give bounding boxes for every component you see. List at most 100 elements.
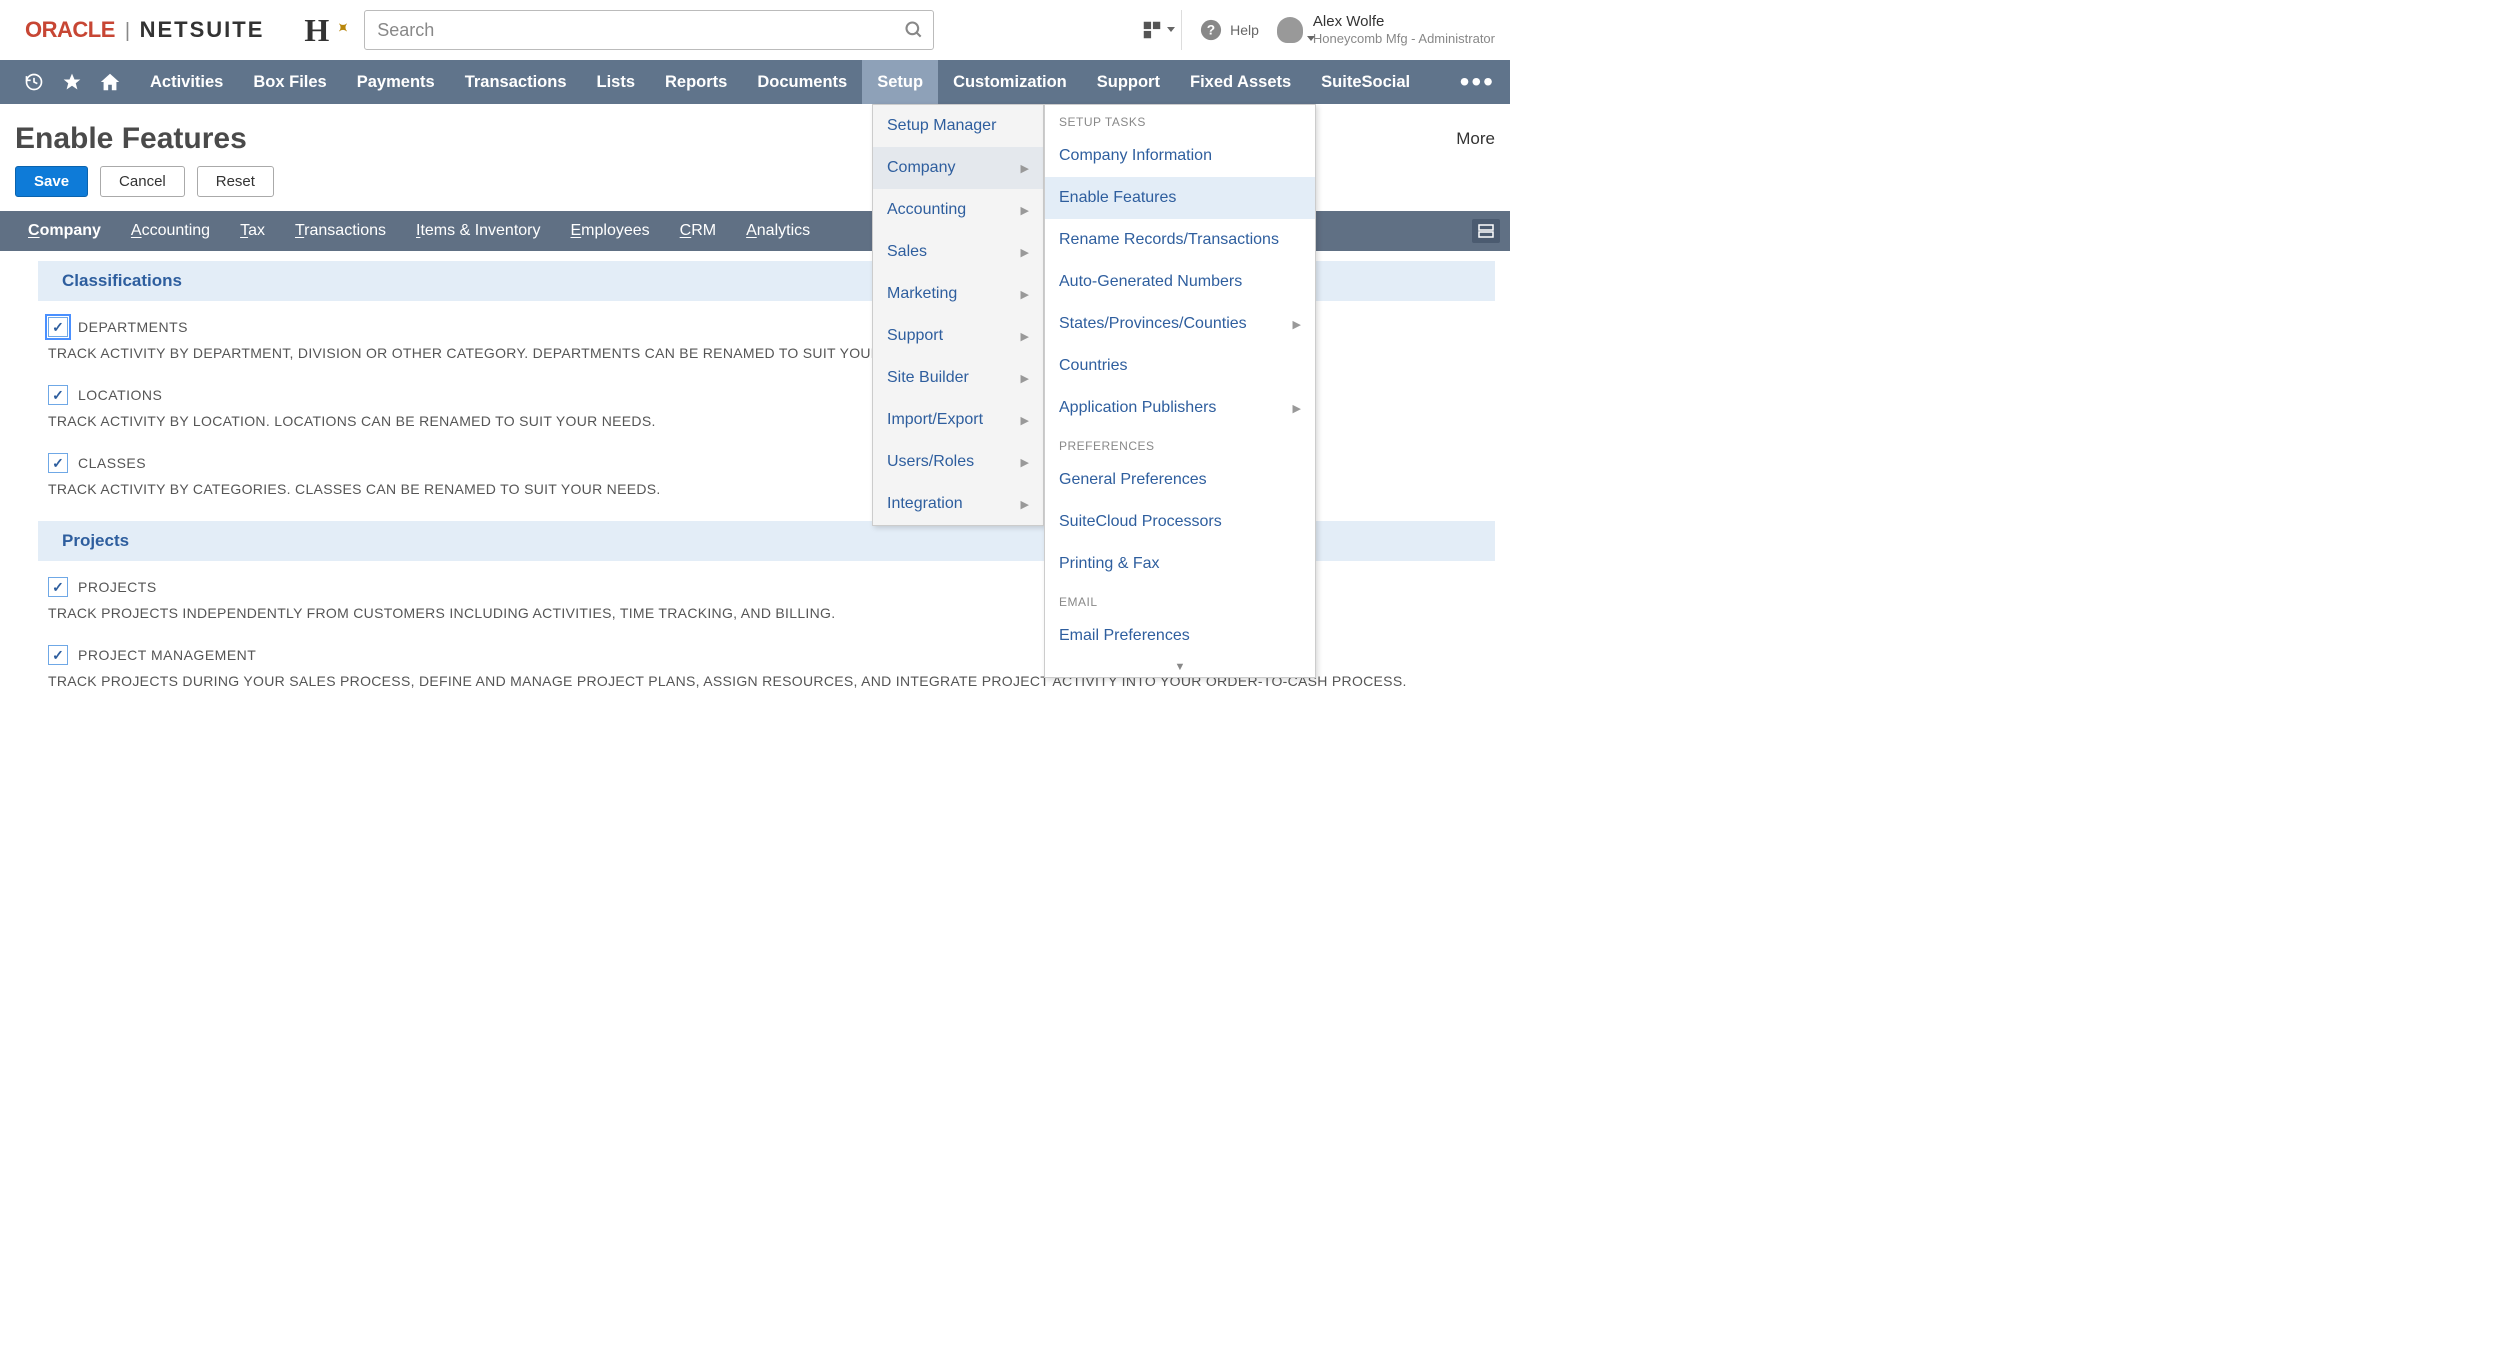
global-search: [364, 10, 934, 50]
nav-item-documents[interactable]: Documents: [742, 60, 862, 104]
help-icon: ?: [1200, 19, 1222, 41]
menu-item-support[interactable]: Support▶: [873, 315, 1043, 357]
submenu-header-setup-tasks: SETUP TASKS: [1045, 105, 1315, 135]
expand-icon[interactable]: [1472, 219, 1500, 243]
chevron-right-icon: ▶: [1021, 498, 1029, 511]
feature-label: LOCATIONS: [78, 387, 162, 403]
nav-item-lists[interactable]: Lists: [582, 60, 651, 104]
nav-item-fixed-assets[interactable]: Fixed Assets: [1175, 60, 1306, 104]
submenu-item-states-provinces-counties[interactable]: States/Provinces/Counties▶: [1045, 303, 1315, 345]
setup-menu: Setup ManagerCompany▶Accounting▶Sales▶Ma…: [872, 104, 1044, 526]
chevron-right-icon: ▶: [1021, 288, 1029, 301]
subtab-crm[interactable]: CRM: [680, 222, 716, 240]
nav-item-activities[interactable]: Activities: [135, 60, 238, 104]
top-right-tools: ? Help Alex Wolfe Honeycomb Mfg - Admini…: [1141, 10, 1495, 50]
subtab-tax[interactable]: Tax: [240, 222, 265, 240]
menu-item-import-export[interactable]: Import/Export▶: [873, 399, 1043, 441]
menu-item-integration[interactable]: Integration▶: [873, 483, 1043, 525]
feature-label: PROJECTS: [78, 579, 157, 595]
nav-item-support[interactable]: Support: [1082, 60, 1175, 104]
nav-item-setup[interactable]: Setup: [862, 60, 938, 104]
nav-overflow[interactable]: •••: [1460, 66, 1495, 98]
subtab-company[interactable]: Company: [28, 222, 101, 240]
save-button[interactable]: Save: [15, 166, 88, 197]
subtab-accounting[interactable]: Accounting: [131, 222, 210, 240]
checkbox-project-management[interactable]: ✓: [48, 645, 68, 665]
submenu-item-printing-&-fax[interactable]: Printing & Fax: [1045, 543, 1315, 585]
chevron-right-icon: ▶: [1021, 414, 1029, 427]
menu-item-users-roles[interactable]: Users/Roles▶: [873, 441, 1043, 483]
search-input[interactable]: [364, 10, 934, 50]
user-text: Alex Wolfe Honeycomb Mfg - Administrator: [1313, 13, 1495, 47]
chevron-right-icon: ▶: [1021, 162, 1029, 175]
chevron-right-icon: ▶: [1021, 456, 1029, 469]
nav-items: ActivitiesBox FilesPaymentsTransactionsL…: [135, 60, 1425, 104]
submenu-scroll-down[interactable]: ▼: [1045, 657, 1315, 677]
submenu-item-countries[interactable]: Countries: [1045, 345, 1315, 387]
chevron-right-icon: ▶: [1021, 372, 1029, 385]
checkbox-classes[interactable]: ✓: [48, 453, 68, 473]
menu-item-company[interactable]: Company▶: [873, 147, 1043, 189]
chevron-right-icon: ▶: [1293, 402, 1301, 415]
user-name: Alex Wolfe: [1313, 13, 1495, 31]
help-label: Help: [1230, 22, 1259, 38]
oracle-logo: ORACLE | NETSUITE: [25, 17, 264, 43]
nav-item-customization[interactable]: Customization: [938, 60, 1082, 104]
menu-item-site-builder[interactable]: Site Builder▶: [873, 357, 1043, 399]
chevron-right-icon: ▶: [1293, 318, 1301, 331]
separator: [1181, 10, 1182, 50]
top-bar: ORACLE | NETSUITE H ? Help: [0, 0, 1510, 60]
nav-item-box-files[interactable]: Box Files: [238, 60, 341, 104]
menu-item-marketing[interactable]: Marketing▶: [873, 273, 1043, 315]
checkbox-locations[interactable]: ✓: [48, 385, 68, 405]
feature-label: DEPARTMENTS: [78, 319, 188, 335]
user-role: Honeycomb Mfg - Administrator: [1313, 31, 1495, 47]
page-more-link[interactable]: More: [1456, 129, 1495, 149]
oracle-text: ORACLE: [25, 17, 115, 43]
favorites-icon[interactable]: [53, 72, 91, 92]
subtab-transactions[interactable]: Transactions: [295, 222, 386, 240]
submenu-item-general-preferences[interactable]: General Preferences: [1045, 459, 1315, 501]
nav-item-payments[interactable]: Payments: [342, 60, 450, 104]
menu-item-setup-manager[interactable]: Setup Manager: [873, 105, 1043, 147]
chevron-right-icon: ▶: [1021, 204, 1029, 217]
checkbox-projects[interactable]: ✓: [48, 577, 68, 597]
submenu-item-company-information[interactable]: Company Information: [1045, 135, 1315, 177]
company-logo[interactable]: H: [304, 12, 329, 49]
company-logo-text: H: [304, 12, 329, 49]
menu-item-sales[interactable]: Sales▶: [873, 231, 1043, 273]
search-icon[interactable]: [904, 20, 924, 40]
subtab-items-inventory[interactable]: Items & Inventory: [416, 222, 541, 240]
chevron-right-icon: ▶: [1021, 330, 1029, 343]
feature-label: PROJECT MANAGEMENT: [78, 647, 256, 663]
setup-company-submenu: SETUP TASKSCompany InformationEnable Fea…: [1044, 104, 1316, 678]
avatar-icon: [1277, 17, 1303, 43]
nav-item-transactions[interactable]: Transactions: [450, 60, 582, 104]
submenu-header-email: EMAIL: [1045, 585, 1315, 615]
recent-icon[interactable]: [15, 72, 53, 92]
reset-button[interactable]: Reset: [197, 166, 274, 197]
submenu-item-suitecloud-processors[interactable]: SuiteCloud Processors: [1045, 501, 1315, 543]
svg-text:?: ?: [1207, 23, 1215, 38]
chevron-right-icon: ▶: [1021, 246, 1029, 259]
submenu-item-enable-features[interactable]: Enable Features: [1045, 177, 1315, 219]
subtab-employees[interactable]: Employees: [571, 222, 650, 240]
submenu-item-application-publishers[interactable]: Application Publishers▶: [1045, 387, 1315, 429]
submenu-item-rename-records-transactions[interactable]: Rename Records/Transactions: [1045, 219, 1315, 261]
nav-item-suitesocial[interactable]: SuiteSocial: [1306, 60, 1425, 104]
help-link[interactable]: ? Help: [1200, 19, 1259, 41]
subtab-analytics[interactable]: Analytics: [746, 222, 810, 240]
netsuite-text: NETSUITE: [140, 17, 265, 43]
menu-item-accounting[interactable]: Accounting▶: [873, 189, 1043, 231]
home-icon[interactable]: [91, 71, 129, 93]
user-menu[interactable]: Alex Wolfe Honeycomb Mfg - Administrator: [1277, 13, 1495, 47]
nav-item-reports[interactable]: Reports: [650, 60, 742, 104]
main-nav: ActivitiesBox FilesPaymentsTransactionsL…: [0, 60, 1510, 104]
page-title: Enable Features: [15, 122, 247, 156]
submenu-item-auto-generated-numbers[interactable]: Auto-Generated Numbers: [1045, 261, 1315, 303]
checkbox-departments[interactable]: ✓: [48, 317, 68, 337]
cancel-button[interactable]: Cancel: [100, 166, 185, 197]
submenu-item-email-preferences[interactable]: Email Preferences: [1045, 615, 1315, 657]
feature-label: CLASSES: [78, 455, 146, 471]
roles-dropdown-icon[interactable]: [1141, 19, 1163, 41]
